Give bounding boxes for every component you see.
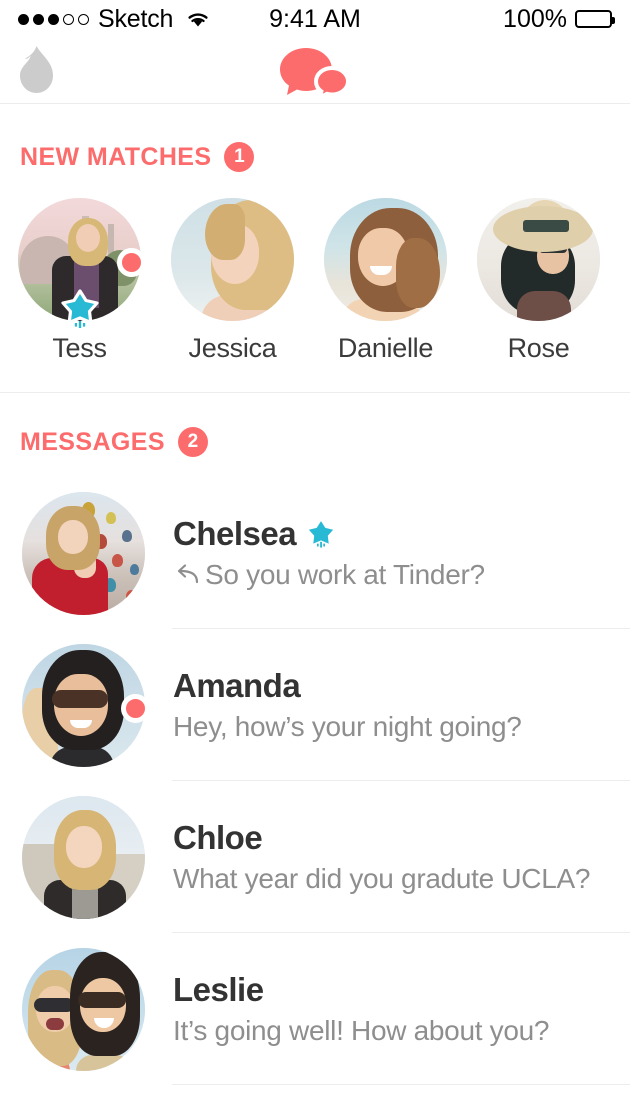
match-item-rose[interactable]: Rose (477, 198, 600, 364)
avatar (22, 491, 145, 615)
new-match-dot-badge (117, 248, 146, 277)
message-name-label: Leslie (173, 971, 264, 1008)
messages-list[interactable]: Chelsea So you work at Tinder? Amanda He… (0, 477, 630, 1085)
match-item-tess[interactable]: Tess (18, 198, 146, 364)
message-row-chloe[interactable]: Chloe What year did you gradute UCLA? (0, 781, 630, 933)
status-bar: Sketch 9:41 AM 100% (0, 0, 630, 38)
message-preview-line: Hey, how’s your night going? (173, 711, 610, 743)
tinder-flame-icon[interactable] (14, 44, 58, 101)
message-body: Leslie It’s going well! How about you? (173, 971, 630, 1047)
super-like-star-icon (306, 519, 336, 549)
unread-dot-badge (121, 693, 150, 723)
match-avatar-wrapper[interactable] (477, 198, 600, 321)
message-preview-text: It’s going well! How about you? (173, 1015, 550, 1046)
message-name-label: Chloe (173, 819, 263, 856)
message-preview-line: So you work at Tinder? (173, 559, 610, 591)
message-body: Chloe What year did you gradute UCLA? (173, 819, 630, 895)
messages-header: MESSAGES 2 (0, 427, 630, 457)
new-matches-list[interactable]: Tess Jessica Danielle Rose (0, 172, 630, 364)
match-item-danielle[interactable]: Danielle (324, 198, 447, 364)
match-avatar-wrapper[interactable] (18, 198, 146, 328)
chat-bubbles-icon[interactable] (276, 46, 354, 103)
status-bar-right: 100% (315, 4, 615, 34)
match-avatar-wrapper[interactable] (324, 198, 447, 321)
message-row-amanda[interactable]: Amanda Hey, how’s your night going? (0, 629, 630, 781)
message-row-leslie[interactable]: Leslie It’s going well! How about you? (0, 933, 630, 1085)
message-avatar-wrapper[interactable] (22, 643, 150, 767)
super-like-star-icon (59, 288, 101, 330)
message-name-line: Chelsea (173, 515, 610, 553)
message-row-chelsea[interactable]: Chelsea So you work at Tinder? (0, 477, 630, 629)
message-name-line: Amanda (173, 667, 610, 705)
avatar (477, 198, 600, 321)
match-name-label: Tess (52, 333, 107, 363)
avatar (22, 947, 145, 1071)
message-preview-text: So you work at Tinder? (205, 559, 485, 590)
new-matches-section: NEW MATCHES 1 Tess Jessica Danielle Rose (0, 104, 630, 393)
message-name-label: Chelsea (173, 515, 297, 552)
carrier-name: Sketch (98, 4, 174, 33)
nav-bar (0, 38, 630, 104)
messages-badge: 2 (177, 427, 208, 457)
new-matches-title: NEW MATCHES (20, 142, 212, 171)
battery-icon (575, 10, 615, 28)
battery-percent-label: 100% (503, 4, 567, 33)
match-name-label: Rose (507, 333, 570, 363)
message-preview-line: What year did you gradute UCLA? (173, 863, 610, 895)
message-body: Chelsea So you work at Tinder? (173, 515, 630, 591)
message-preview-text: What year did you gradute UCLA? (173, 863, 591, 894)
new-matches-header: NEW MATCHES 1 (0, 142, 630, 172)
wifi-icon (188, 13, 208, 27)
avatar (324, 198, 447, 321)
avatar (22, 795, 145, 919)
messages-section: MESSAGES 2 Chelsea So you work at Tinder… (0, 393, 630, 1085)
match-avatar-wrapper[interactable] (171, 198, 294, 321)
reply-arrow-icon (177, 564, 199, 584)
match-item-jessica[interactable]: Jessica (171, 198, 294, 364)
message-name-line: Leslie (173, 971, 610, 1009)
match-name-label: Danielle (337, 333, 434, 363)
message-body: Amanda Hey, how’s your night going? (173, 667, 630, 743)
tinder-matches-screen: Sketch 9:41 AM 100% NEW MATCHES 1 Tess J… (0, 0, 630, 1120)
match-name-label: Jessica (188, 333, 277, 363)
message-preview-text: Hey, how’s your night going? (173, 711, 522, 742)
message-preview-line: It’s going well! How about you? (173, 1015, 610, 1047)
signal-strength-icon (18, 13, 89, 25)
row-divider (172, 1084, 630, 1085)
avatar (171, 198, 294, 321)
new-matches-badge: 1 (224, 142, 255, 172)
message-name-label: Amanda (173, 667, 301, 704)
message-avatar-wrapper[interactable] (22, 491, 145, 615)
messages-title: MESSAGES (20, 427, 165, 456)
status-bar-left: Sketch (18, 5, 315, 34)
message-name-line: Chloe (173, 819, 610, 857)
message-avatar-wrapper[interactable] (22, 947, 145, 1071)
message-avatar-wrapper[interactable] (22, 795, 145, 919)
